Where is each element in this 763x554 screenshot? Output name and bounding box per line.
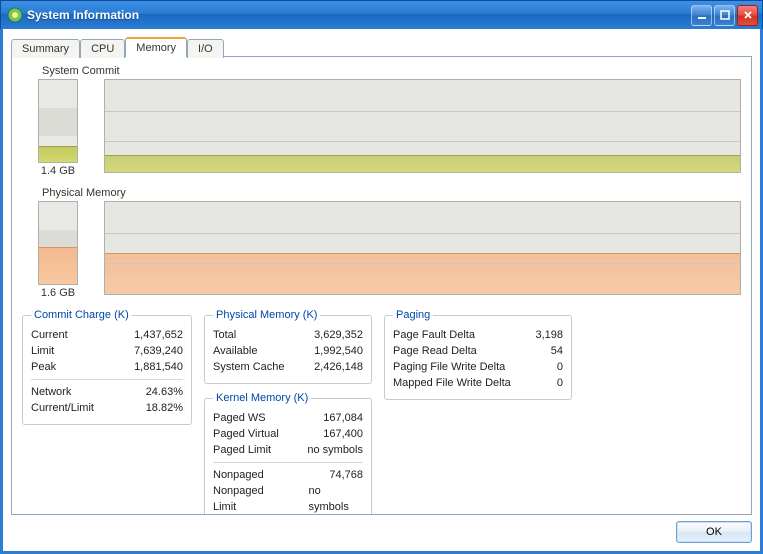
pg-pfd-value: 3,198 bbox=[535, 327, 563, 343]
cc-peak-label: Peak bbox=[31, 359, 56, 375]
pg-prd-value: 54 bbox=[551, 343, 563, 359]
pg-prd-label: Page Read Delta bbox=[393, 343, 477, 359]
km-np-label: Nonpaged bbox=[213, 467, 264, 483]
paging-legend: Paging bbox=[393, 309, 433, 321]
pm-legend: Physical Memory (K) bbox=[213, 309, 320, 321]
pm-total-value: 3,629,352 bbox=[314, 327, 363, 343]
cc-cl-value: 18.82% bbox=[146, 400, 183, 416]
km-legend: Kernel Memory (K) bbox=[213, 392, 311, 404]
cc-peak-value: 1,881,540 bbox=[134, 359, 183, 375]
tab-memory[interactable]: Memory bbox=[125, 37, 187, 57]
system-commit-section: System Commit 1.4 GB bbox=[22, 65, 741, 177]
system-commit-history-band bbox=[105, 155, 740, 172]
pg-pfwd-label: Paging File Write Delta bbox=[393, 359, 505, 375]
cc-cl-label: Current/Limit bbox=[31, 400, 94, 416]
system-commit-history bbox=[104, 79, 741, 173]
km-pws-label: Paged WS bbox=[213, 410, 266, 426]
tab-content-memory: System Commit 1.4 GB Physical Memory bbox=[11, 56, 752, 515]
km-pl-value: no symbols bbox=[307, 442, 363, 458]
stats-row: Commit Charge (K) Current 1,437,652 Limit… bbox=[22, 309, 741, 515]
km-np-value: 74,768 bbox=[329, 467, 363, 483]
cc-current-label: Current bbox=[31, 327, 68, 343]
minimize-button[interactable] bbox=[691, 5, 712, 26]
tab-io[interactable]: I/O bbox=[187, 39, 224, 58]
physical-memory-group: Physical Memory (K) Total 3,629,352 Avail… bbox=[204, 309, 372, 384]
physical-memory-value: 1.6 GB bbox=[41, 287, 75, 299]
physical-memory-section: Physical Memory 1.6 GB bbox=[22, 187, 741, 299]
pg-pfwd-value: 0 bbox=[557, 359, 563, 375]
pm-available-value: 1,992,540 bbox=[314, 343, 363, 359]
cc-network-value: 24.63% bbox=[146, 384, 183, 400]
paging-group: Paging Page Fault Delta 3,198 Page Read D… bbox=[384, 309, 572, 400]
pg-mfwd-value: 0 bbox=[557, 375, 563, 391]
physical-memory-history bbox=[104, 201, 741, 295]
cc-limit-label: Limit bbox=[31, 343, 54, 359]
title-bar: System Information bbox=[0, 0, 763, 29]
km-npl-label: Nonpaged Limit bbox=[213, 483, 289, 515]
window-controls bbox=[691, 5, 758, 26]
physical-memory-gauge-fill bbox=[39, 247, 77, 284]
km-pws-value: 167,084 bbox=[323, 410, 363, 426]
kernel-memory-group: Kernel Memory (K) Paged WS 167,084 Paged … bbox=[204, 392, 372, 515]
km-pv-label: Paged Virtual bbox=[213, 426, 279, 442]
maximize-button[interactable] bbox=[714, 5, 735, 26]
pg-pfd-label: Page Fault Delta bbox=[393, 327, 475, 343]
cc-current-value: 1,437,652 bbox=[134, 327, 183, 343]
commit-charge-legend: Commit Charge (K) bbox=[31, 309, 132, 321]
pg-mfwd-label: Mapped File Write Delta bbox=[393, 375, 511, 391]
system-commit-value: 1.4 GB bbox=[41, 165, 75, 177]
pm-cache-value: 2,426,148 bbox=[314, 359, 363, 375]
physical-memory-history-band bbox=[105, 253, 740, 294]
tab-cpu[interactable]: CPU bbox=[80, 39, 125, 58]
commit-charge-group: Commit Charge (K) Current 1,437,652 Limit… bbox=[22, 309, 192, 425]
pm-total-label: Total bbox=[213, 327, 236, 343]
cc-limit-value: 7,639,240 bbox=[134, 343, 183, 359]
physical-memory-gauge bbox=[38, 201, 78, 285]
pm-available-label: Available bbox=[213, 343, 257, 359]
physical-memory-title: Physical Memory bbox=[42, 187, 741, 199]
window-title: System Information bbox=[27, 8, 691, 22]
button-bar: OK bbox=[11, 515, 752, 543]
km-pl-label: Paged Limit bbox=[213, 442, 271, 458]
window-body: Summary CPU Memory I/O System Commit 1.4… bbox=[0, 29, 763, 554]
tab-bar: Summary CPU Memory I/O bbox=[11, 35, 752, 57]
ok-button[interactable]: OK bbox=[676, 521, 752, 543]
system-commit-gauge-fill bbox=[39, 146, 77, 162]
system-commit-gauge bbox=[38, 79, 78, 163]
tab-summary[interactable]: Summary bbox=[11, 39, 80, 58]
system-commit-title: System Commit bbox=[42, 65, 741, 77]
km-npl-value: no symbols bbox=[309, 483, 364, 515]
km-pv-value: 167,400 bbox=[323, 426, 363, 442]
cc-network-label: Network bbox=[31, 384, 71, 400]
close-button[interactable] bbox=[737, 5, 758, 26]
pm-cache-label: System Cache bbox=[213, 359, 285, 375]
app-icon bbox=[7, 7, 23, 23]
